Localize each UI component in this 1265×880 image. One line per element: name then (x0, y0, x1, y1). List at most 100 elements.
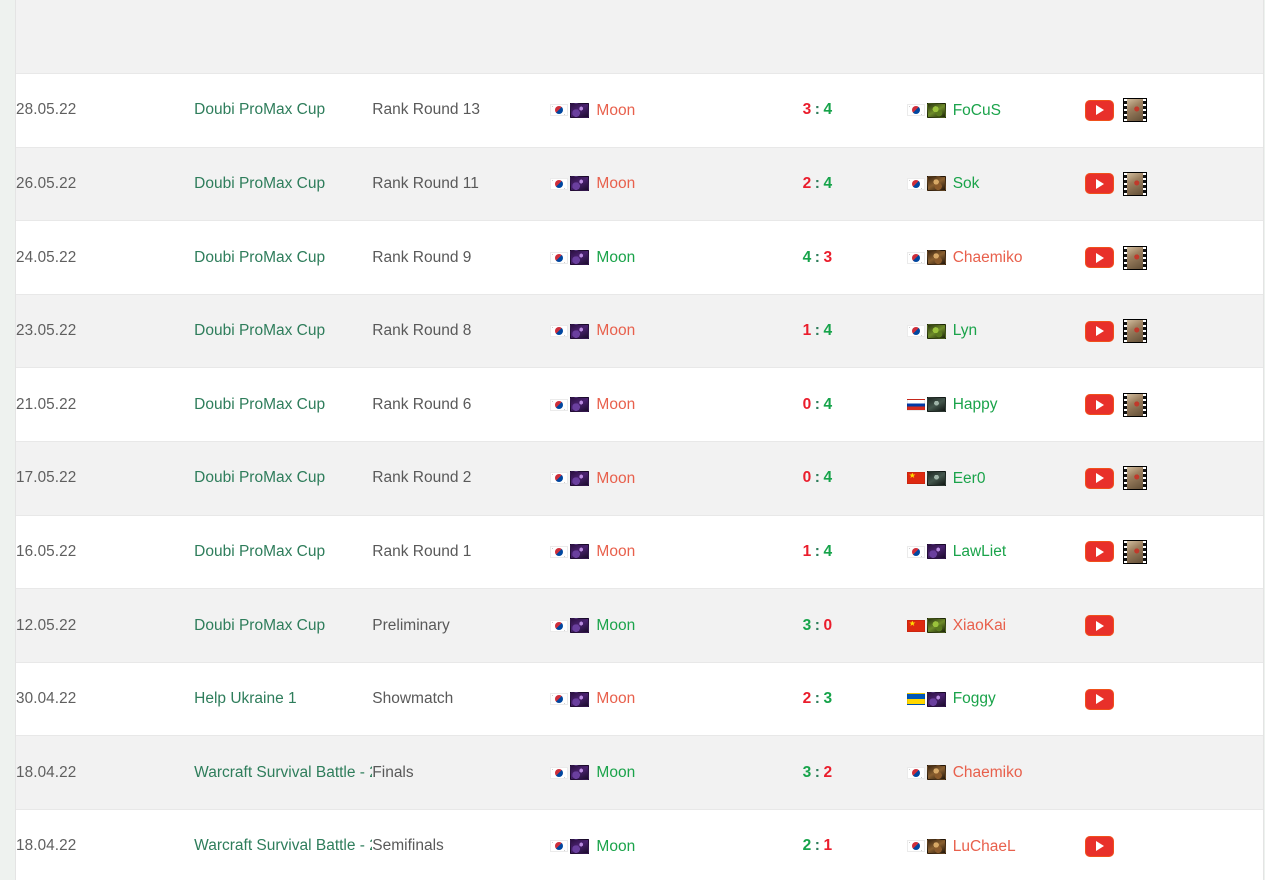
score-cell: 2:1 (728, 809, 907, 880)
event-link[interactable]: Doubi ProMax Cup (194, 101, 325, 118)
event-link[interactable]: Doubi ProMax Cup (194, 469, 325, 486)
player-right-name[interactable]: LuChaeL (953, 839, 1016, 855)
player-left-cell: Moon (550, 735, 729, 811)
partial-row-filler (16, 0, 1263, 75)
event-link[interactable]: Doubi ProMax Cup (194, 543, 325, 560)
media-links-cell (1084, 735, 1263, 811)
youtube-icon[interactable] (1084, 835, 1114, 857)
player-right-name[interactable]: Lyn (953, 323, 977, 339)
play-triangle-icon (1096, 841, 1105, 852)
vod-film-icon[interactable] (1122, 98, 1147, 123)
table-row[interactable]: 18.04.22 Warcraft Survival Battle - 2022 … (16, 809, 1263, 880)
flag-kr-icon (550, 766, 569, 779)
match-date: 30.04.22 (16, 690, 77, 708)
player-left-name[interactable]: Moon (596, 765, 635, 781)
event-link[interactable]: Doubi ProMax Cup (194, 396, 325, 413)
table-row[interactable]: 24.05.22 Doubi ProMax Cup Rank Round 9 Moon… (16, 220, 1263, 295)
event-link[interactable]: Doubi ProMax Cup (194, 175, 325, 192)
flag-kr-icon (906, 177, 925, 190)
vod-film-icon[interactable] (1122, 539, 1147, 564)
player-left-name[interactable]: Moon (596, 471, 635, 487)
youtube-icon[interactable] (1084, 99, 1114, 121)
player-left: Moon (550, 618, 728, 634)
vod-film-icon[interactable] (1122, 466, 1147, 491)
round-label: Rank Round 13 (372, 101, 480, 119)
round-cell: Rank Round 8 (372, 293, 551, 369)
vod-film-icon[interactable] (1122, 245, 1147, 270)
player-left-name[interactable]: Moon (596, 691, 635, 707)
youtube-icon[interactable] (1084, 467, 1114, 489)
player-left: Moon (550, 544, 728, 560)
player-right-name[interactable]: LawLiet (953, 544, 1006, 560)
round-cell: Rank Round 11 (372, 146, 551, 222)
match-score: 3:4 (803, 101, 833, 118)
match-date-cell: 30.04.22 (16, 661, 195, 737)
table-row[interactable]: 12.05.22 Doubi ProMax Cup Preliminary Moon 3… (16, 588, 1263, 663)
player-left-name[interactable]: Moon (596, 618, 635, 634)
player-right-name[interactable]: XiaoKai (953, 618, 1006, 634)
table-row[interactable]: 28.05.22 Doubi ProMax Cup Rank Round 13 Moo… (16, 73, 1263, 148)
table-row[interactable]: 23.05.22 Doubi ProMax Cup Rank Round 8 Moon… (16, 293, 1263, 369)
race-ne-icon (570, 691, 590, 707)
youtube-icon[interactable] (1084, 688, 1114, 710)
score-cell: 0:4 (728, 367, 907, 443)
media-links-cell (1084, 293, 1263, 369)
event-link[interactable]: Doubi ProMax Cup (194, 249, 325, 266)
event-link[interactable]: Doubi ProMax Cup (194, 322, 325, 339)
youtube-icon[interactable] (1084, 541, 1114, 563)
vod-film-icon[interactable] (1122, 171, 1147, 196)
player-right-cell: Sok (906, 146, 1085, 222)
event-link[interactable]: Help Ukraine 1 (194, 690, 297, 707)
player-left-name[interactable]: Moon (596, 103, 635, 119)
player-left-name[interactable]: Moon (596, 839, 635, 855)
vod-film-icon[interactable] (1122, 392, 1147, 417)
flag-kr-icon (906, 545, 925, 558)
youtube-icon[interactable] (1084, 394, 1114, 416)
flag-kr-icon (550, 545, 569, 558)
flag-kr-icon (906, 104, 925, 117)
round-label: Rank Round 8 (372, 322, 472, 340)
match-date: 18.04.22 (16, 837, 77, 855)
player-left-name[interactable]: Moon (596, 323, 635, 339)
player-left-name[interactable]: Moon (596, 544, 635, 560)
round-cell: Preliminary (372, 588, 551, 663)
player-right-name[interactable]: Sok (953, 176, 980, 192)
event-cell: Doubi ProMax Cup (194, 441, 373, 516)
media-links (1084, 466, 1263, 491)
table-row[interactable]: 17.05.22 Doubi ProMax Cup Rank Round 2 Moon… (16, 441, 1263, 516)
table-row[interactable]: 18.04.22 Warcraft Survival Battle - 2022 … (16, 735, 1263, 811)
player-left-name[interactable]: Moon (596, 397, 635, 413)
player-left-name[interactable]: Moon (596, 250, 635, 266)
table-row[interactable]: 21.05.22 Doubi ProMax Cup Rank Round 6 Moon… (16, 367, 1263, 443)
score-separator: : (814, 763, 821, 781)
youtube-icon[interactable] (1084, 615, 1114, 637)
event-cell: Doubi ProMax Cup (194, 146, 373, 222)
score-separator: : (814, 616, 821, 634)
event-link[interactable]: Doubi ProMax Cup (194, 617, 325, 634)
player-right-name[interactable]: Chaemiko (953, 250, 1023, 266)
youtube-icon[interactable] (1084, 173, 1114, 195)
youtube-icon[interactable] (1084, 247, 1114, 269)
page-root: 28.05.22 Doubi ProMax Cup Rank Round 13 Moo… (0, 0, 1265, 880)
player-right-name[interactable]: Chaemiko (953, 765, 1023, 781)
match-date-cell: 24.05.22 (16, 220, 195, 295)
match-date-cell: 28.05.22 (16, 73, 195, 148)
score-cell: 3:0 (728, 588, 907, 663)
flag-ua-icon (906, 693, 925, 706)
player-right-name[interactable]: Happy (953, 397, 998, 413)
player-right-name[interactable]: Foggy (953, 691, 996, 707)
event-link[interactable]: Warcraft Survival Battle - 2022 - Race B… (194, 837, 372, 854)
player-right-name[interactable]: Eer0 (953, 471, 986, 487)
vod-film-icon[interactable] (1122, 319, 1147, 344)
table-row[interactable]: 26.05.22 Doubi ProMax Cup Rank Round 11 Moo… (16, 146, 1263, 222)
event-link[interactable]: Warcraft Survival Battle - 2022 - Race B… (194, 764, 372, 781)
flag-kr-icon (550, 472, 569, 485)
race-ne-icon (926, 544, 946, 560)
table-row[interactable]: 16.05.22 Doubi ProMax Cup Rank Round 1 Moon… (16, 514, 1263, 590)
table-row[interactable]: 30.04.22 Help Ukraine 1 Showmatch Moon 2:3 Fo… (16, 661, 1263, 737)
player-left-name[interactable]: Moon (596, 176, 635, 192)
play-triangle-icon (1096, 178, 1105, 189)
round-label: Showmatch (372, 690, 454, 708)
player-right-name[interactable]: FoCuS (953, 103, 1001, 119)
youtube-icon[interactable] (1084, 320, 1114, 342)
